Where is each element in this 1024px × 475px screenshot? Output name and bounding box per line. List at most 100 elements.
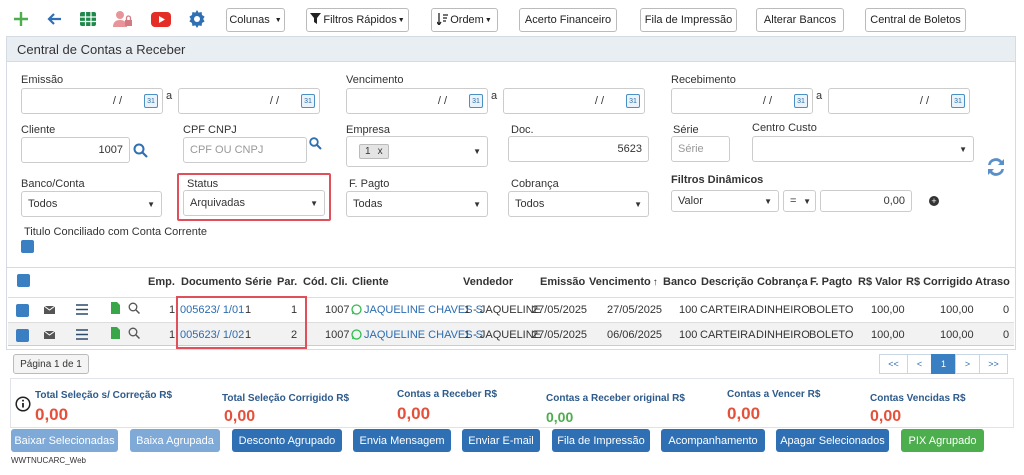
remove-tag-icon[interactable]: x [378,146,383,157]
header-cobranca[interactable]: Cobrança [757,276,808,288]
user-lock-icon[interactable] [112,8,134,30]
header-documento[interactable]: Documento [181,276,242,288]
header-vendedor[interactable]: Vendedor [463,276,513,288]
calendar-icon[interactable]: 31 [301,94,315,108]
f-pagto-select[interactable]: Todas ▼ [346,191,488,217]
envia-mensagem-button[interactable]: Envia Mensagem [353,429,451,452]
youtube-icon[interactable] [150,8,172,30]
header-emp[interactable]: Emp. [148,276,175,288]
menu-icon[interactable] [76,304,88,318]
filtro-valor-input[interactable]: 0,00 [820,190,912,212]
cell-vendedor: 1 - JAQUELINE [464,304,542,316]
baixa-agrupada-button[interactable]: Baixa Agrupada [130,429,220,452]
header-descricao[interactable]: Descrição [701,276,754,288]
vencimento-start-input[interactable]: / / 31 [346,88,488,114]
filtro-operador-select[interactable]: = ▼ [783,190,816,212]
baixar-selecionadas-label: Baixar Selecionadas [14,434,115,447]
header-valor[interactable]: R$ Valor [858,276,902,288]
serie-placeholder: Série [678,143,704,155]
document-icon[interactable] [111,327,120,342]
magnifier-icon[interactable] [128,327,141,342]
pix-agrupado-label: PIX Agrupado [908,434,977,447]
page-indicator-text: Página 1 de 1 [20,358,82,370]
header-vencimento[interactable]: Vencimento ↑ [589,276,658,288]
back-arrow-icon[interactable] [43,8,65,30]
calendar-icon[interactable]: 31 [794,94,808,108]
titulo-conciliado-checkbox[interactable] [21,240,34,253]
search-icon[interactable] [309,137,322,153]
whatsapp-icon[interactable] [351,329,362,343]
cpf-cnpj-input[interactable]: CPF OU CNPJ [183,137,307,163]
whatsapp-icon[interactable] [351,304,362,318]
refresh-icon[interactable] [984,155,1008,182]
centro-custo-select[interactable]: ▼ [752,136,974,162]
add-filter-icon[interactable]: + [929,196,939,206]
header-cod-cli[interactable]: Cód. Cli. [303,276,348,288]
cell-f-pagto: BOLETO [809,304,854,316]
emissao-end-input[interactable]: / / 31 [178,88,320,114]
last-page-button[interactable]: >> [979,354,1008,374]
envelope-icon[interactable] [43,330,56,342]
emissao-label: Emissão [21,74,64,86]
document-icon[interactable] [111,302,120,317]
recebimento-end-input[interactable]: / / 31 [828,88,970,114]
apagar-selecionados-button[interactable]: Apagar Selecionados [776,429,889,452]
magnifier-icon[interactable] [128,302,141,317]
header-serie[interactable]: Série [245,276,272,288]
cliente-input[interactable]: 1007 [21,137,130,163]
header-par[interactable]: Par. [277,276,297,288]
select-all-checkbox[interactable] [17,274,30,287]
header-f-pagto[interactable]: F. Pagto [810,276,852,288]
cpf-placeholder: CPF OU CNPJ [190,144,264,156]
empresa-tag[interactable]: 1 x [359,144,389,159]
colunas-dropdown[interactable]: Colunas ▼ [226,8,285,32]
emissao-start-input[interactable]: / / 31 [21,88,163,114]
header-corrigido[interactable]: R$ Corrigido [906,276,973,288]
alterar-bancos-button[interactable]: Alterar Bancos [756,8,844,32]
prev-page-button[interactable]: < [907,354,932,374]
enviar-email-button[interactable]: Enviar E-mail [462,429,540,452]
acompanhamento-button[interactable]: Acompanhamento [661,429,765,452]
table-row[interactable]: 1 005623/ 1/01 1 1 1007 JAQUELINE CHAVES… [8,297,1014,321]
acerto-financeiro-button[interactable]: Acerto Financeiro [519,8,617,32]
header-cliente[interactable]: Cliente [352,276,389,288]
fila-impressao-button[interactable]: Fila de Impressão [640,8,737,32]
page-1-button[interactable]: 1 [931,354,956,374]
ordem-dropdown[interactable]: Ordem ▼ [431,8,498,32]
status-select[interactable]: Arquivadas ▼ [183,190,325,216]
fila-impressao-action-button[interactable]: Fila de Impressão [552,429,650,452]
central-boletos-button[interactable]: Central de Boletos [865,8,966,32]
search-icon[interactable] [133,143,148,161]
vencimento-end-input[interactable]: / / 31 [503,88,645,114]
add-icon[interactable] [10,8,32,30]
calendar-icon[interactable]: 31 [626,94,640,108]
header-emissao[interactable]: Emissão [540,276,585,288]
banco-conta-select[interactable]: Todos ▼ [21,191,162,217]
calendar-icon[interactable]: 31 [144,94,158,108]
filtros-rapidos-dropdown[interactable]: Filtros Rápidos ▼ [306,8,409,32]
recebimento-start-input[interactable]: / / 31 [671,88,813,114]
cobranca-select[interactable]: Todos ▼ [508,191,649,217]
row-checkbox[interactable] [16,304,29,317]
date-placeholder: / / [269,95,279,107]
desconto-agrupado-button[interactable]: Desconto Agrupado [232,429,342,452]
calendar-icon[interactable]: 31 [951,94,965,108]
baixa-agrupada-label: Baixa Agrupada [136,434,214,447]
calendar-icon[interactable]: 31 [469,94,483,108]
spreadsheet-icon[interactable] [77,8,99,30]
header-atraso[interactable]: Atraso [975,276,1010,288]
row-checkbox[interactable] [16,329,29,342]
serie-input[interactable]: Série [671,136,730,162]
next-page-button[interactable]: > [955,354,980,374]
table-row[interactable]: 1 005623/ 1/02 1 2 1007 JAQUELINE CHAVES… [8,322,1014,346]
header-banco[interactable]: Banco [663,276,697,288]
menu-icon[interactable] [76,329,88,343]
empresa-select[interactable]: 1 x ▼ [346,136,488,167]
pix-agrupado-button[interactable]: PIX Agrupado [901,429,984,452]
first-page-button[interactable]: << [879,354,908,374]
filtro-campo-select[interactable]: Valor ▼ [671,190,779,212]
baixar-selecionadas-button[interactable]: Baixar Selecionadas [11,429,118,452]
envelope-icon[interactable] [43,305,56,317]
gear-icon[interactable] [186,8,208,30]
doc-input[interactable]: 5623 [508,136,649,162]
